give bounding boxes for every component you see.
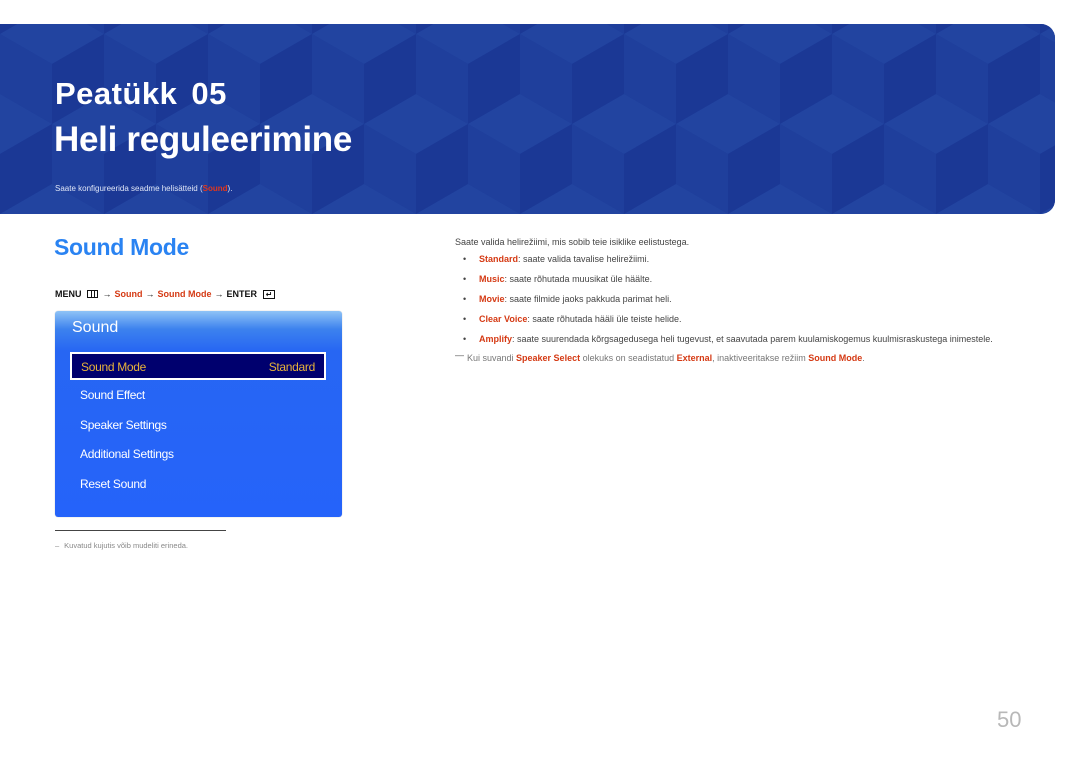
bullet-icon: • [463, 334, 467, 344]
note-term-sound-mode: Sound Mode [808, 353, 863, 363]
option-desc: : saate suurendada kõrgsagedusega heli t… [512, 334, 993, 344]
chapter-label: Peatükk [55, 76, 178, 111]
note-term-speaker-select: Speaker Select [516, 353, 581, 363]
bullet-icon: • [463, 274, 467, 284]
chapter-heading: Peatükk 05 [55, 76, 227, 112]
page-number: 50 [997, 707, 1022, 732]
description-suffix: ). [227, 184, 233, 193]
bullet-icon: • [463, 254, 467, 264]
chapter-number: 05 [191, 76, 227, 111]
option-term: Amplify [479, 334, 513, 344]
enter-label: ENTER [226, 289, 258, 299]
enter-icon: ↵ [263, 289, 276, 299]
option-list: • Standard: saate valida tavalise helirež… [455, 253, 1025, 346]
bullet-icon: • [463, 294, 467, 304]
osd-title: Sound [72, 319, 119, 336]
option-desc: : saate filmide jaoks pakkuda parimat he… [504, 294, 672, 304]
list-item: • Standard: saate valida tavalise helirež… [455, 253, 1025, 266]
intro-text: Saate valida helirežiimi, mis sobib teie… [455, 237, 690, 247]
note: ― Kui suvandi Speaker Select olekuks on s… [455, 350, 1025, 363]
footnote-dash: – [55, 541, 60, 550]
option-term: Clear Voice [479, 314, 528, 324]
menu-step-sound: Sound [114, 289, 143, 299]
menu-grid-icon [86, 290, 98, 298]
note-term-external: External [676, 353, 713, 363]
option-term: Movie [479, 294, 505, 304]
osd-item-value: Standard [268, 360, 316, 374]
footnote-divider [55, 530, 226, 531]
note-text: olekuks on seadistatud [580, 353, 677, 363]
list-item: • Movie: saate filmide jaoks pakkuda pari… [455, 293, 1025, 306]
menu-path: MENU → Sound → Sound Mode → ENTER ↵ [55, 289, 276, 299]
content-column: Saate valida helirežiimi, mis sobib teie… [455, 237, 1025, 363]
chapter-title: Heli reguleerimine [54, 120, 353, 159]
option-term: Music [479, 274, 505, 284]
osd-item-additional-settings[interactable]: Additional Settings [80, 447, 174, 461]
chapter-description: Saate konfigureerida seadme helisätteid … [55, 184, 232, 193]
note-dash-icon: ― [455, 350, 464, 360]
osd-item-sound-effect[interactable]: Sound Effect [80, 388, 145, 402]
section-title: Sound Mode [54, 234, 189, 260]
arrow: → [145, 289, 155, 299]
list-item: • Music: saate rõhutada muusikat üle hääl… [455, 273, 1025, 286]
sound-osd-menu: Sound Sound Mode Standard Sound Effect S… [55, 311, 342, 517]
footnote: – Kuvatud kujutis võib mudeliti erineda. [55, 541, 188, 550]
description-text: Saate konfigureerida seadme helisätteid … [55, 184, 203, 193]
osd-item-label: Sound Mode [81, 360, 147, 374]
note-text: . [862, 353, 865, 363]
description-highlight: Sound [202, 184, 228, 193]
option-desc: : saate rõhutada hääli üle teiste helide… [527, 314, 682, 324]
arrow: → [102, 289, 112, 299]
osd-item-reset-sound[interactable]: Reset Sound [80, 477, 146, 491]
bullet-icon: • [463, 314, 467, 324]
chapter-banner: Peatükk 05 Heli reguleerimine Saate konfi… [0, 24, 1055, 214]
list-item: • Clear Voice: saate rõhutada hääli üle t… [455, 313, 1025, 326]
osd-item-sound-mode[interactable]: Sound Mode Standard [70, 352, 326, 380]
note-text: , inaktiveeritakse režiim [712, 353, 809, 363]
osd-item-speaker-settings[interactable]: Speaker Settings [80, 418, 167, 432]
note-text: Kui suvandi [467, 353, 517, 363]
menu-step-sound-mode: Sound Mode [157, 289, 212, 299]
arrow: → [214, 289, 224, 299]
option-term: Standard [479, 254, 519, 264]
option-desc: : saate rõhutada muusikat üle häälte. [504, 274, 653, 284]
menu-label: MENU [55, 289, 82, 299]
option-desc: : saate valida tavalise helirežiimi. [518, 254, 650, 264]
list-item: • Amplify: saate suurendada kõrgsageduseg… [455, 333, 1025, 346]
footnote-text: Kuvatud kujutis võib mudeliti erineda. [64, 541, 188, 550]
